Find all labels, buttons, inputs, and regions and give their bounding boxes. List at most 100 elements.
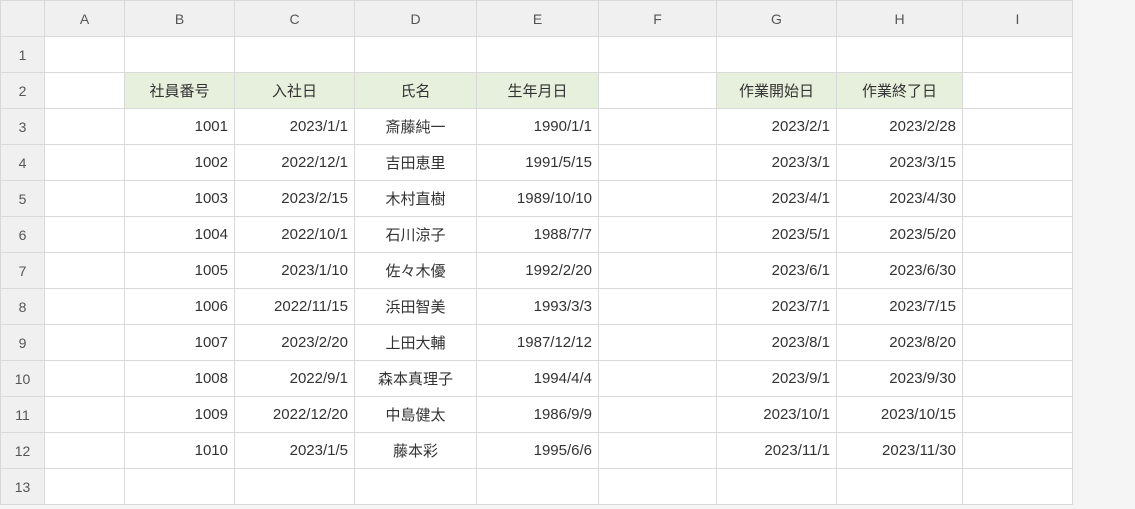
cell-I2[interactable] <box>963 73 1073 109</box>
cell-G10[interactable]: 2023/9/1 <box>717 361 837 397</box>
cell-H12[interactable]: 2023/11/30 <box>837 433 963 469</box>
cell-D12[interactable]: 藤本彩 <box>355 433 477 469</box>
row-header-12[interactable]: 12 <box>1 433 45 469</box>
cell-C1[interactable] <box>235 37 355 73</box>
cell-D4[interactable]: 吉田恵里 <box>355 145 477 181</box>
cell-C11[interactable]: 2022/12/20 <box>235 397 355 433</box>
cell-A7[interactable] <box>45 253 125 289</box>
grid[interactable]: A B C D E F G H I 1 2 社員番号 <box>0 0 1073 505</box>
cell-G5[interactable]: 2023/4/1 <box>717 181 837 217</box>
cell-E12[interactable]: 1995/6/6 <box>477 433 599 469</box>
cell-I8[interactable] <box>963 289 1073 325</box>
cell-B3[interactable]: 1001 <box>125 109 235 145</box>
row-header-8[interactable]: 8 <box>1 289 45 325</box>
cell-B12[interactable]: 1010 <box>125 433 235 469</box>
cell-D2[interactable]: 氏名 <box>355 73 477 109</box>
cell-C13[interactable] <box>235 469 355 505</box>
cell-A6[interactable] <box>45 217 125 253</box>
cell-F12[interactable] <box>599 433 717 469</box>
cell-A12[interactable] <box>45 433 125 469</box>
cell-C10[interactable]: 2022/9/1 <box>235 361 355 397</box>
col-header-I[interactable]: I <box>963 1 1073 37</box>
cell-C9[interactable]: 2023/2/20 <box>235 325 355 361</box>
cell-B9[interactable]: 1007 <box>125 325 235 361</box>
row-header-9[interactable]: 9 <box>1 325 45 361</box>
cell-G11[interactable]: 2023/10/1 <box>717 397 837 433</box>
cell-G9[interactable]: 2023/8/1 <box>717 325 837 361</box>
cell-D1[interactable] <box>355 37 477 73</box>
cell-A1[interactable] <box>45 37 125 73</box>
cell-B1[interactable] <box>125 37 235 73</box>
cell-C7[interactable]: 2023/1/10 <box>235 253 355 289</box>
cell-I4[interactable] <box>963 145 1073 181</box>
col-header-G[interactable]: G <box>717 1 837 37</box>
row-header-7[interactable]: 7 <box>1 253 45 289</box>
cell-E1[interactable] <box>477 37 599 73</box>
cell-H11[interactable]: 2023/10/15 <box>837 397 963 433</box>
cell-G8[interactable]: 2023/7/1 <box>717 289 837 325</box>
col-header-B[interactable]: B <box>125 1 235 37</box>
cell-E9[interactable]: 1987/12/12 <box>477 325 599 361</box>
cell-I6[interactable] <box>963 217 1073 253</box>
row-header-2[interactable]: 2 <box>1 73 45 109</box>
cell-E7[interactable]: 1992/2/20 <box>477 253 599 289</box>
cell-H13[interactable] <box>837 469 963 505</box>
cell-F11[interactable] <box>599 397 717 433</box>
col-header-F[interactable]: F <box>599 1 717 37</box>
cell-G12[interactable]: 2023/11/1 <box>717 433 837 469</box>
cell-B10[interactable]: 1008 <box>125 361 235 397</box>
cell-A5[interactable] <box>45 181 125 217</box>
cell-E2[interactable]: 生年月日 <box>477 73 599 109</box>
cell-G6[interactable]: 2023/5/1 <box>717 217 837 253</box>
cell-F1[interactable] <box>599 37 717 73</box>
cell-F5[interactable] <box>599 181 717 217</box>
cell-F6[interactable] <box>599 217 717 253</box>
row-header-1[interactable]: 1 <box>1 37 45 73</box>
cell-I3[interactable] <box>963 109 1073 145</box>
cell-F13[interactable] <box>599 469 717 505</box>
cell-G13[interactable] <box>717 469 837 505</box>
cell-I9[interactable] <box>963 325 1073 361</box>
col-header-D[interactable]: D <box>355 1 477 37</box>
cell-I1[interactable] <box>963 37 1073 73</box>
cell-H5[interactable]: 2023/4/30 <box>837 181 963 217</box>
col-header-A[interactable]: A <box>45 1 125 37</box>
cell-F9[interactable] <box>599 325 717 361</box>
cell-B5[interactable]: 1003 <box>125 181 235 217</box>
cell-E13[interactable] <box>477 469 599 505</box>
cell-H6[interactable]: 2023/5/20 <box>837 217 963 253</box>
cell-A3[interactable] <box>45 109 125 145</box>
cell-I11[interactable] <box>963 397 1073 433</box>
col-header-H[interactable]: H <box>837 1 963 37</box>
cell-B13[interactable] <box>125 469 235 505</box>
cell-A11[interactable] <box>45 397 125 433</box>
cell-I7[interactable] <box>963 253 1073 289</box>
cell-H7[interactable]: 2023/6/30 <box>837 253 963 289</box>
cell-D7[interactable]: 佐々木優 <box>355 253 477 289</box>
cell-F4[interactable] <box>599 145 717 181</box>
cell-E5[interactable]: 1989/10/10 <box>477 181 599 217</box>
cell-D3[interactable]: 斎藤純一 <box>355 109 477 145</box>
cell-H2[interactable]: 作業終了日 <box>837 73 963 109</box>
cell-F10[interactable] <box>599 361 717 397</box>
cell-C6[interactable]: 2022/10/1 <box>235 217 355 253</box>
cell-A10[interactable] <box>45 361 125 397</box>
cell-D6[interactable]: 石川涼子 <box>355 217 477 253</box>
cell-B8[interactable]: 1006 <box>125 289 235 325</box>
cell-E6[interactable]: 1988/7/7 <box>477 217 599 253</box>
cell-G4[interactable]: 2023/3/1 <box>717 145 837 181</box>
cell-I10[interactable] <box>963 361 1073 397</box>
cell-F7[interactable] <box>599 253 717 289</box>
cell-G3[interactable]: 2023/2/1 <box>717 109 837 145</box>
select-all-corner[interactable] <box>1 1 45 37</box>
cell-A8[interactable] <box>45 289 125 325</box>
col-header-C[interactable]: C <box>235 1 355 37</box>
cell-E8[interactable]: 1993/3/3 <box>477 289 599 325</box>
cell-C3[interactable]: 2023/1/1 <box>235 109 355 145</box>
cell-E10[interactable]: 1994/4/4 <box>477 361 599 397</box>
cell-A4[interactable] <box>45 145 125 181</box>
cell-A2[interactable] <box>45 73 125 109</box>
cell-H10[interactable]: 2023/9/30 <box>837 361 963 397</box>
row-header-10[interactable]: 10 <box>1 361 45 397</box>
cell-C5[interactable]: 2023/2/15 <box>235 181 355 217</box>
